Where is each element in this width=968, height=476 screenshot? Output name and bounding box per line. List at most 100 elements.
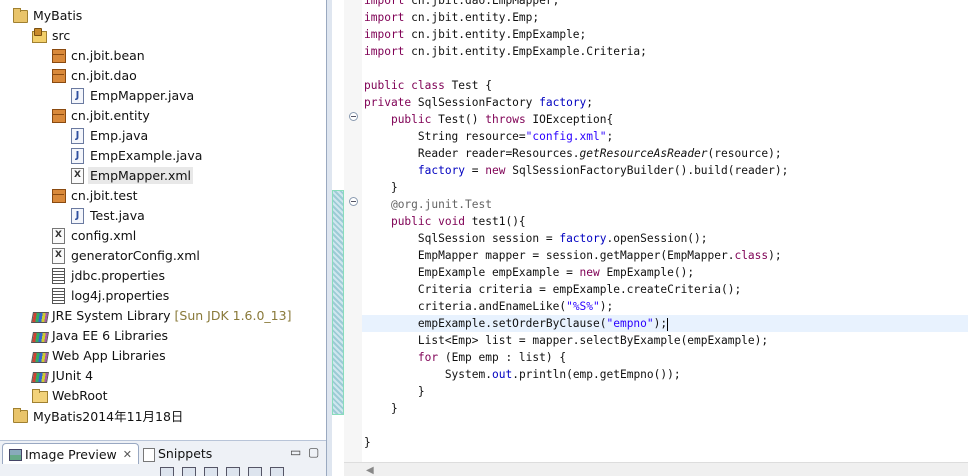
image-preview-icon [9,448,22,461]
tree-item[interactable]: EmpMapper.java [69,85,196,105]
tree-item[interactable]: MyBatis2014年11月18日 [12,405,185,425]
code-line[interactable]: empExample.setOrderByClause("empno"); [362,315,968,332]
code-token: public void [390,215,472,228]
tree-item-label: src [52,27,71,43]
code-line[interactable]: import cn.jbit.entity.EmpExample.Criteri… [364,43,647,60]
tree-item[interactable]: cn.jbit.bean [50,45,147,65]
code-line[interactable]: public void test1(){ [364,213,526,230]
code-line[interactable]: SqlSession session = factory.openSession… [364,230,708,247]
tree-item-label: jdbc.properties [71,267,165,283]
code-line[interactable]: EmpMapper mapper = session.getMapper(Emp… [364,247,782,264]
minimize-icon[interactable]: ▭ [290,445,301,459]
toolbar-zoom-icon[interactable] [182,467,196,476]
code-token: EmpExample(); [606,266,695,279]
tab-snippets[interactable]: Snippets [136,443,218,464]
tab-image-preview[interactable]: Image Preview ✕ [2,443,139,464]
view-toolbar [160,467,326,476]
toolbar-refresh-icon[interactable] [270,467,284,476]
tree-item[interactable]: JRE System Library [Sun JDK 1.6.0_13] [31,305,293,325]
library-icon [31,307,47,323]
code-token: class [734,249,769,262]
code-line[interactable]: public class Test { [364,77,492,94]
code-line[interactable]: factory = new SqlSessionFactoryBuilder()… [364,162,788,179]
tree-item[interactable]: EmpMapper.xml [69,165,194,185]
code-line[interactable]: import cn.jbit.dao.EmpMapper; [364,0,559,9]
code-line[interactable]: private SqlSessionFactory factory; [364,94,593,111]
code-editor[interactable]: import cn.jbit.dao.EmpMapper; import cn.j… [362,0,968,462]
code-token: out [491,368,513,381]
code-token: "config.xml" [525,130,607,143]
code-token: private [364,96,418,109]
code-line[interactable]: } [364,383,425,400]
code-line[interactable]: EmpExample empExample = new EmpExample()… [364,264,694,281]
code-line[interactable]: } [364,400,398,417]
tree-item[interactable]: JUnit 4 [31,365,95,385]
tree-item-label: EmpMapper.xml [88,166,194,184]
code-token: Test() [438,113,486,126]
tree-item[interactable]: MyBatis [12,5,84,25]
toolbar-view-icon[interactable] [248,467,262,476]
overview-ruler-thumb[interactable] [332,190,344,415]
fold-toggle-icon[interactable] [349,112,358,121]
maximize-icon[interactable]: ▢ [308,445,319,459]
tree-item[interactable]: log4j.properties [50,285,171,305]
code-token: Test { [451,79,492,92]
tree-item[interactable]: Emp.java [69,125,150,145]
code-token: cn.jbit.entity.EmpExample.Criteria; [411,45,647,58]
code-token: (Emp emp : list) { [444,351,567,364]
tree-item[interactable]: cn.jbit.dao [50,65,139,85]
tree-item[interactable]: Test.java [69,205,147,225]
code-token: ); [768,249,782,262]
code-token: SqlSession session = [364,232,560,245]
code-token: } [364,385,425,398]
package-icon [50,187,66,203]
code-token: factory [559,232,607,245]
toolbar-stop-icon[interactable] [226,467,240,476]
code-line[interactable]: } [364,434,371,451]
tree-item-label: MyBatis [33,7,83,23]
tree-item-label: Web App Libraries [52,347,166,363]
tree-item[interactable]: cn.jbit.test [50,185,140,205]
code-token: cn.jbit.entity.Emp; [411,11,540,24]
tree-item[interactable]: Web App Libraries [31,345,168,365]
code-token: factory [417,164,466,177]
code-token: factory [539,96,587,109]
tree-item[interactable]: cn.jbit.entity [50,105,152,125]
code-line[interactable]: criteria.andEnameLike("%S%"); [364,298,613,315]
code-line[interactable]: } [364,179,398,196]
tree-item[interactable]: jdbc.properties [50,265,167,285]
bottom-tab-bar: Image Preview ✕ Snippets ▭ ▢ [0,440,326,476]
code-token: String resource= [364,130,526,143]
code-line[interactable]: Reader reader=Resources.getResourceAsRea… [364,145,782,162]
code-line[interactable]: @org.junit.Test [364,196,492,213]
code-token: public class [364,79,452,92]
tree-item[interactable]: WebRoot [31,385,110,405]
tree-item-label: EmpExample.java [90,147,203,163]
horizontal-scrollbar[interactable]: ◀ [344,462,968,476]
code-token: EmpExample empExample = [364,266,580,279]
tree-item[interactable]: src [31,25,72,45]
code-token: = [465,164,486,177]
code-token: } [364,402,398,415]
scroll-left-icon[interactable]: ◀ [366,465,374,476]
tree-item[interactable]: config.xml [50,225,138,245]
code-line[interactable]: System.out.println(emp.getEmpno()); [364,366,681,383]
code-line[interactable]: import cn.jbit.entity.Emp; [364,9,539,26]
tree-item[interactable]: generatorConfig.xml [50,245,202,265]
package-explorer: MyBatis srccn.jbit.bean cn.jbit.dao EmpMapp… [0,0,326,440]
toolbar-back-icon[interactable] [160,467,174,476]
close-icon[interactable]: ✕ [123,448,132,461]
source-folder-icon [31,27,47,43]
code-line[interactable]: Criteria criteria = empExample.createCri… [364,281,741,298]
code-token: SqlSessionFactory [417,96,540,109]
code-line[interactable]: List<Emp> list = mapper.selectByExample(… [364,332,768,349]
code-line[interactable]: String resource="config.xml"; [364,128,613,145]
code-line[interactable]: for (Emp emp : list) { [364,349,566,366]
toolbar-fit-icon[interactable] [204,467,218,476]
tree-item[interactable]: EmpExample.java [69,145,204,165]
tree-item[interactable]: Java EE 6 Libraries [31,325,170,345]
fold-toggle-icon[interactable] [349,197,358,206]
code-line[interactable]: import cn.jbit.entity.EmpExample; [364,26,586,43]
code-line[interactable]: public Test() throws IOException{ [364,111,613,128]
